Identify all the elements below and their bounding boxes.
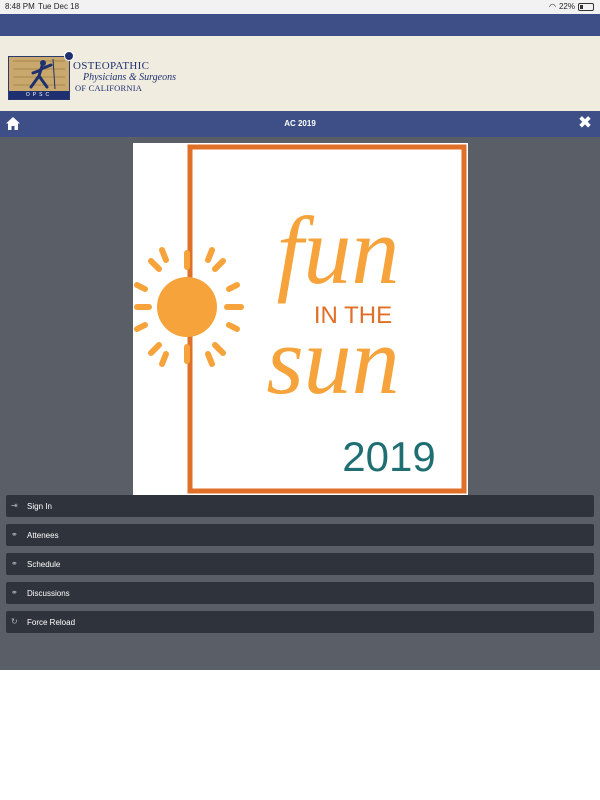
event-year: 2019 — [342, 433, 435, 480]
top-strip — [0, 14, 600, 36]
menu-item-label: Force Reload — [27, 618, 76, 627]
headline-bottom: sun — [266, 307, 399, 414]
reload-icon: ↻ — [11, 617, 18, 626]
close-icon: ✖ — [577, 113, 593, 132]
nav-bar: AC 2019 ✖ — [0, 111, 600, 137]
menu-item-attenees[interactable]: ⚭ Attenees — [6, 524, 594, 546]
org-name: OSTEOPATHIC Physicians & Surgeons OF CAL… — [73, 60, 176, 93]
page-title: AC 2019 — [284, 119, 316, 128]
menu-item-sign-in[interactable]: ⇥ Sign In — [6, 495, 594, 517]
menu-item-force-reload[interactable]: ↻ Force Reload — [6, 611, 594, 633]
status-date: Tue Dec 18 — [38, 2, 80, 11]
menu-item-label: Sign In — [27, 502, 52, 511]
menu-item-label: Discussions — [27, 589, 70, 598]
close-button[interactable]: ✖ — [576, 114, 594, 132]
fun-in-the-sun-artwork: fun IN THE sun 2019 — [134, 144, 467, 494]
org-name-line1: OSTEOPATHIC — [73, 60, 150, 72]
menu-item-label: Attenees — [27, 531, 59, 540]
menu-item-schedule[interactable]: ⚭ Schedule — [6, 553, 594, 575]
status-right: ◠ 22% — [549, 2, 594, 11]
main-menu: ⇥ Sign In ⚭ Attenees ⚭ Schedule ⚭ Discus… — [6, 495, 594, 640]
battery-percent: 22% — [558, 2, 575, 11]
org-name-line3: OF CALIFORNIA — [75, 83, 143, 93]
opsc-logo: OPSC — [8, 56, 70, 100]
sun-icon — [134, 247, 244, 367]
status-bar: 8:48 PM Tue Dec 18 ◠ 22% — [0, 0, 600, 14]
link-icon: ⚭ — [11, 530, 18, 539]
link-icon: ⚭ — [11, 559, 18, 568]
sign-in-icon: ⇥ — [11, 501, 18, 510]
battery-icon — [578, 2, 594, 11]
status-time: 8:48 PM — [5, 2, 35, 11]
logo-band: OPSC — [9, 91, 69, 99]
event-banner: fun IN THE sun 2019 — [133, 143, 468, 495]
menu-item-label: Schedule — [27, 560, 61, 569]
menu-item-discussions[interactable]: ⚭ Discussions — [6, 582, 594, 604]
runner-figure-icon — [13, 58, 65, 90]
brand-header: OPSC OSTEOPATHIC Physicians & Surgeons O… — [0, 36, 600, 111]
main-content: fun IN THE sun 2019 ⇥ Sign In ⚭ Attenees… — [0, 137, 600, 670]
org-name-line2: Physicians & Surgeons — [83, 72, 176, 83]
wifi-icon: ◠ — [549, 2, 556, 11]
headline-top: fun — [277, 197, 400, 304]
link-icon: ⚭ — [11, 588, 18, 597]
